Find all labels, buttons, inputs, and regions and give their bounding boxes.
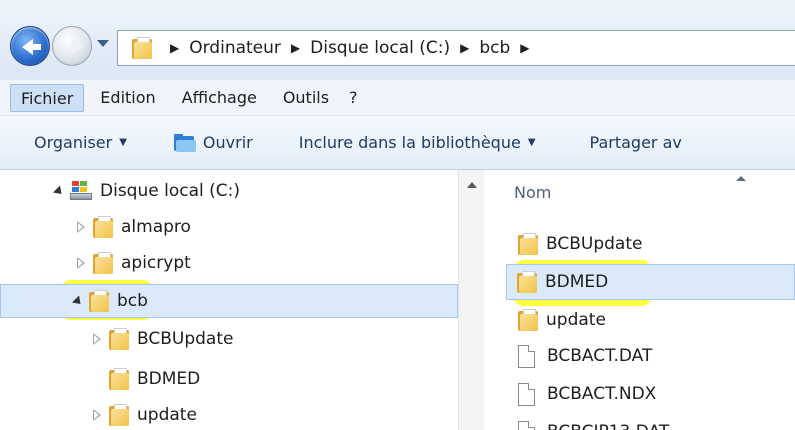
forward-button[interactable] [52, 26, 92, 66]
crumb-ordinateur[interactable]: Ordinateur [189, 38, 281, 58]
tree-item-label: bcb [117, 291, 148, 311]
file-item-bcbact-ndx[interactable]: BCBACT.NDX [518, 376, 656, 412]
menu-help[interactable]: ? [339, 84, 368, 112]
tree-item-disque-local[interactable]: Disque local (C:) [52, 174, 240, 208]
tree-item-label: BDMED [137, 369, 201, 389]
partager-button[interactable]: Partager av [590, 133, 682, 152]
file-item-label: BCBUpdate [546, 234, 643, 254]
crumb-separator[interactable]: ▶ [291, 41, 300, 55]
menu-fichier[interactable]: Fichier [10, 83, 85, 112]
file-item-update[interactable]: update [518, 302, 606, 338]
partager-label: Partager av [589, 133, 682, 152]
organiser-label: Organiser [34, 133, 113, 152]
crumb-bcb[interactable]: bcb [479, 38, 510, 58]
folder-icon [89, 290, 109, 312]
inclure-label: Inclure dans la bibliothèque [298, 133, 521, 152]
folder-icon [518, 309, 538, 331]
back-button[interactable] [10, 26, 50, 66]
tree-item-label: BCBUpdate [137, 329, 234, 349]
navigation-scrollbar[interactable] [458, 170, 484, 430]
folder-icon [109, 404, 129, 426]
address-box[interactable]: ▶ Ordinateur ▶ Disque local (C:) ▶ bcb ▶ [117, 30, 795, 66]
menu-affichage[interactable]: Affichage [172, 84, 267, 112]
ouvrir-button[interactable]: Ouvrir [173, 132, 253, 154]
file-item-bcbcip13-dat[interactable]: BCBCIP13.DAT [518, 414, 669, 430]
collapsed-arrow-icon[interactable] [93, 409, 101, 421]
tree-item-bcb[interactable]: bcb [0, 284, 458, 318]
collapsed-arrow-icon[interactable] [77, 257, 85, 269]
open-folder-icon [173, 132, 197, 154]
file-icon [518, 382, 535, 406]
folder-icon [93, 252, 113, 274]
chevron-down-icon: ▼ [119, 137, 127, 148]
file-item-bcbupdate[interactable]: BCBUpdate [518, 226, 642, 262]
folder-icon [517, 271, 537, 293]
folder-icon [109, 368, 129, 390]
navigation-pane: Disque local (C:) almapro apicrypt bcb B… [0, 170, 484, 430]
folder-icon [93, 216, 113, 238]
tree-item-update[interactable]: update [93, 398, 197, 430]
crumb-separator[interactable]: ▶ [170, 41, 179, 55]
scroll-up-arrow-icon[interactable] [467, 182, 477, 188]
tree-item-label: update [137, 405, 197, 425]
menu-edition[interactable]: Edition [90, 84, 165, 112]
file-item-label: BCBACT.NDX [547, 384, 657, 404]
file-item-bcbact-dat[interactable]: BCBACT.DAT [518, 338, 652, 374]
file-list-pane: Nom BCBUpdate BDMED update BCBACT.DAT BC… [486, 170, 795, 430]
inclure-bibliotheque-button[interactable]: Inclure dans la bibliothèque ▼ [299, 133, 536, 152]
menu-bar: Fichier Edition Affichage Outils ? [0, 80, 795, 116]
file-item-label: BDMED [545, 272, 609, 292]
tree-item-label: apicrypt [121, 253, 191, 273]
collapsed-arrow-icon[interactable] [77, 221, 85, 233]
expanded-arrow-icon[interactable] [71, 294, 85, 308]
crumb-disque-local[interactable]: Disque local (C:) [310, 38, 450, 58]
drive-icon [70, 181, 92, 201]
tree-item-apicrypt[interactable]: apicrypt [77, 246, 191, 280]
collapsed-arrow-icon[interactable] [93, 333, 101, 345]
chevron-down-icon: ▼ [527, 137, 536, 148]
file-item-label: BCBACT.DAT [547, 346, 653, 366]
file-icon [518, 344, 535, 368]
crumb-separator[interactable]: ▶ [460, 41, 469, 55]
folder-icon [518, 233, 538, 255]
tree-item-label: almapro [121, 217, 191, 237]
organiser-button[interactable]: Organiser ▼ [34, 133, 127, 152]
sort-ascending-icon [736, 176, 746, 181]
column-header-label: Nom [514, 183, 552, 202]
file-item-label: BCBCIP13.DAT [547, 422, 669, 430]
tree-item-bcbupdate[interactable]: BCBUpdate [93, 322, 234, 356]
file-item-label: update [546, 310, 606, 330]
menu-outils[interactable]: Outils [273, 84, 339, 112]
recent-pages-dropdown[interactable] [97, 40, 109, 47]
tree-item-almapro[interactable]: almapro [77, 210, 191, 244]
file-icon [518, 420, 535, 430]
tree-item-bdmed[interactable]: BDMED [94, 362, 200, 396]
tree-item-label: Disque local (C:) [100, 181, 240, 201]
crumb-separator[interactable]: ▶ [520, 41, 529, 55]
folder-icon [132, 37, 152, 59]
folder-icon [109, 328, 129, 350]
command-bar: Organiser ▼ Ouvrir Inclure dans la bibli… [0, 116, 795, 170]
address-bar: ▶ Ordinateur ▶ Disque local (C:) ▶ bcb ▶ [0, 0, 795, 80]
file-item-bdmed[interactable]: BDMED [506, 264, 795, 300]
expanded-arrow-icon[interactable] [52, 184, 66, 198]
column-header-nom[interactable]: Nom [486, 170, 795, 216]
ouvrir-label: Ouvrir [202, 133, 253, 152]
